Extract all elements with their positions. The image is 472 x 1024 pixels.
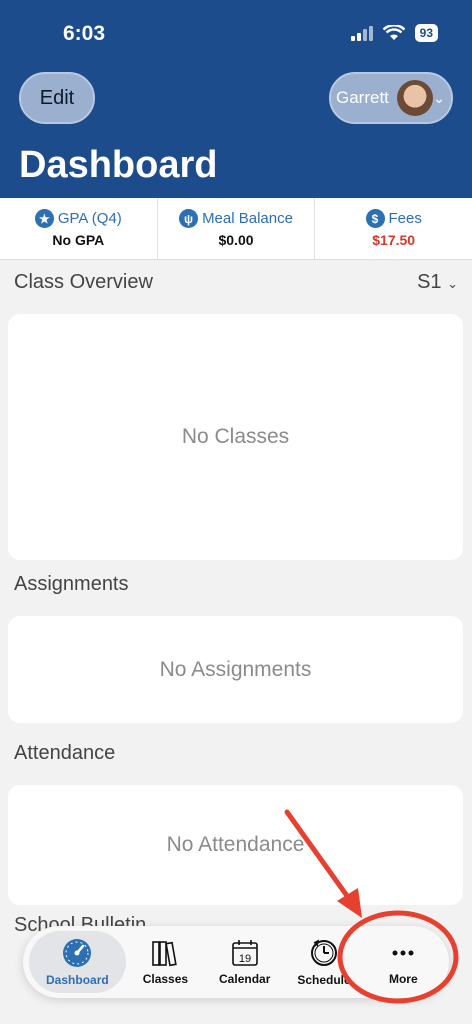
empty-state-text: No Assignments: [159, 657, 312, 681]
chevron-down-icon: ⌄: [433, 90, 445, 106]
dollar-icon: $: [365, 209, 385, 228]
stat-value: $17.50: [372, 232, 416, 248]
tab-dashboard[interactable]: Dashboard: [29, 931, 126, 993]
tab-label: Calendar: [219, 972, 271, 986]
stat-fees[interactable]: $ Fees $17.50: [315, 198, 472, 259]
stat-label: Meal Balance: [202, 210, 293, 227]
empty-state-text: No Classes: [181, 425, 290, 448]
tab-label: Classes: [142, 972, 189, 986]
signal-icon: [350, 25, 373, 41]
tab-label: Schedule: [297, 973, 351, 987]
profile-switcher-button[interactable]: Garrett ⌄: [329, 72, 453, 124]
stat-gpa[interactable]: ★ GPA (Q4) No GPA: [0, 198, 158, 259]
class-overview-title: Class Overview: [14, 271, 153, 293]
attendance-title: Attendance: [14, 742, 116, 764]
battery-indicator: 93: [414, 24, 438, 42]
avatar: [397, 80, 433, 116]
calendar-icon: 19: [231, 940, 258, 966]
page-title: Dashboard: [19, 144, 218, 186]
tab-label: Dashboard: [46, 973, 109, 987]
stat-value: $0.00: [218, 232, 254, 248]
stat-label: GPA (Q4): [57, 210, 122, 227]
status-icons: 93: [350, 24, 438, 42]
clock-icon: [311, 939, 338, 966]
tab-label: More: [388, 972, 418, 986]
status-time: 6:03: [63, 22, 106, 45]
calendar-date: 19: [239, 953, 251, 965]
semester-selector[interactable]: S1 ⌄: [417, 271, 458, 294]
utensils-icon: ψ: [179, 209, 199, 228]
assignments-title: Assignments: [14, 573, 129, 595]
attendance-card: No Attendance: [8, 785, 463, 905]
edit-button[interactable]: Edit: [19, 72, 95, 124]
class-overview-card: No Classes: [8, 314, 463, 560]
tab-bar: Dashboard Classes 19 Calendar Schedule M…: [23, 926, 449, 998]
semester-label: S1: [417, 271, 442, 293]
tab-calendar[interactable]: 19 Calendar: [205, 931, 284, 993]
summary-stats: ★ GPA (Q4) No GPA ψ Meal Balance $0.00 $…: [0, 198, 472, 260]
assignments-card: No Assignments: [8, 616, 463, 723]
chevron-down-icon: ⌄: [447, 276, 458, 291]
ellipsis-icon: [392, 950, 414, 956]
star-icon: ★: [34, 209, 54, 228]
tab-classes[interactable]: Classes: [126, 931, 205, 993]
profile-name: Garrett: [336, 88, 389, 107]
tab-more[interactable]: More: [364, 931, 443, 993]
header: 6:03 93 Edit Garrett ⌄ Dashboard: [0, 0, 472, 198]
stat-value: No GPA: [52, 232, 105, 248]
wifi-icon: [382, 25, 405, 40]
stat-meal-balance[interactable]: ψ Meal Balance $0.00: [158, 198, 316, 259]
stat-label: Fees: [388, 210, 422, 227]
empty-state-text: No Attendance: [166, 833, 305, 856]
books-icon: [152, 941, 178, 967]
tab-schedule[interactable]: Schedule: [284, 931, 363, 993]
gauge-icon: [63, 939, 92, 967]
